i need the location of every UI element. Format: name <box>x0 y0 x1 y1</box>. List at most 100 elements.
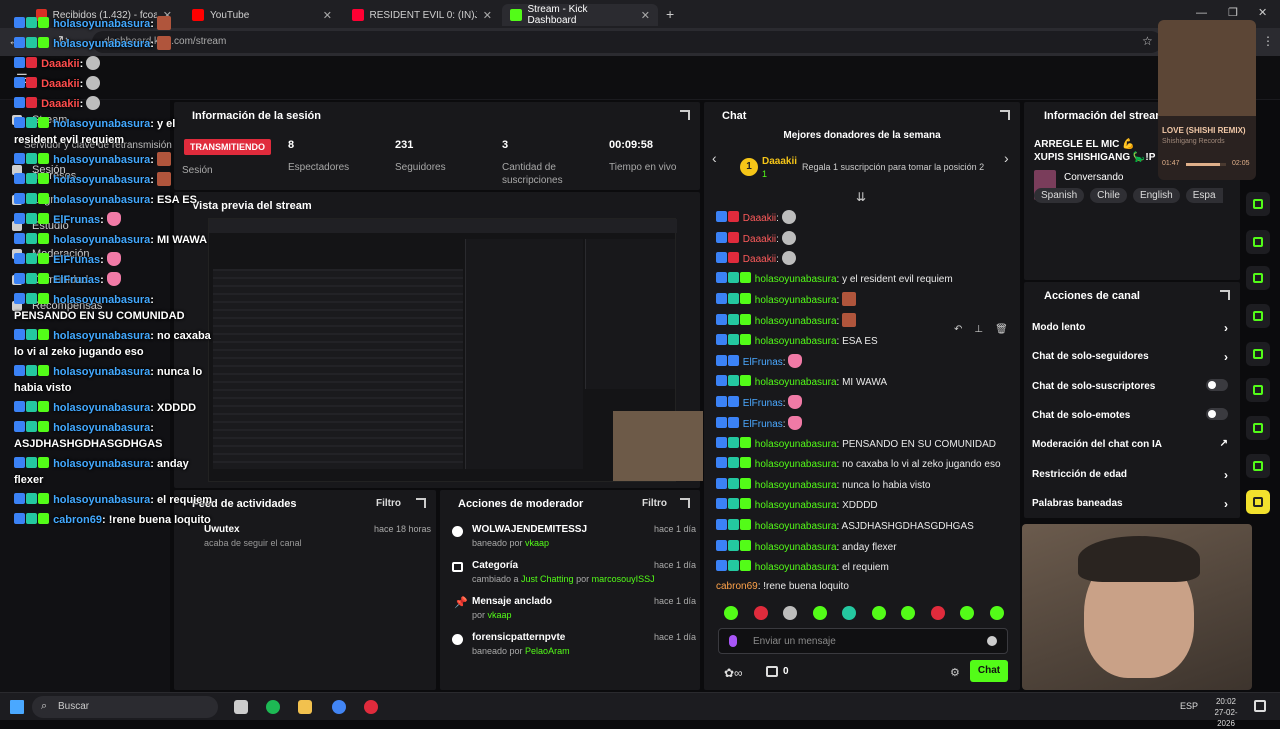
task-view-icon[interactable] <box>234 700 248 714</box>
send-chat-button[interactable]: Chat <box>970 660 1008 682</box>
donor-name[interactable]: Daaakii <box>762 156 797 167</box>
toggle-switch[interactable] <box>1206 378 1228 391</box>
chevron-right-icon[interactable]: › <box>1224 468 1228 482</box>
tag-chip[interactable]: Chile <box>1090 188 1127 203</box>
url-input[interactable]: dashboard.kick.com/stream <box>92 31 1162 53</box>
channel-action-row[interactable]: Modo lento › <box>1032 321 1228 335</box>
chat-username[interactable]: holasoyunabasura <box>755 316 837 327</box>
external-link-icon[interactable]: ↗ <box>1220 438 1228 449</box>
emote-icon[interactable] <box>753 606 768 620</box>
tab-youtube-video[interactable]: RESIDENT EVIL 0: (IN)JUSTAME ✕ <box>344 4 500 26</box>
stream-preview-video[interactable] <box>208 218 703 482</box>
chat-username[interactable]: holasoyunabasura <box>755 377 837 388</box>
chrome-icon[interactable] <box>332 700 346 714</box>
emote-icon[interactable] <box>989 606 1004 620</box>
chat-username[interactable]: holasoyunabasura <box>755 542 837 553</box>
chat-username[interactable]: Daaakii <box>743 234 776 245</box>
chat-username[interactable]: Daaakii <box>743 254 776 265</box>
new-tab-button[interactable]: + <box>666 6 674 22</box>
emote-icon[interactable] <box>724 606 738 620</box>
chat-username[interactable]: holasoyunabasura <box>755 336 837 347</box>
close-icon[interactable]: ✕ <box>641 9 650 22</box>
wrench-icon[interactable] <box>1246 416 1270 440</box>
community-goals-icon[interactable]: ✿∞ <box>724 666 743 680</box>
emote-icon[interactable] <box>901 606 916 620</box>
chevron-left-icon[interactable]: ‹ <box>712 150 717 166</box>
channel-action-row[interactable]: Restricción de edad › <box>1032 468 1228 482</box>
reply-icon[interactable]: ↶ <box>954 324 962 335</box>
file-explorer-icon[interactable] <box>298 700 312 714</box>
message-input[interactable]: Enviar un mensaje <box>718 628 1008 654</box>
microphone-icon[interactable] <box>729 635 737 647</box>
language-indicator[interactable]: ESP <box>1180 701 1198 711</box>
settings-gear-icon[interactable]: ⚙ <box>950 666 960 679</box>
moderator-name[interactable]: vkaap <box>525 538 549 548</box>
obs-icon[interactable] <box>364 700 378 714</box>
clapper-icon[interactable] <box>1246 490 1270 514</box>
chevron-right-icon[interactable]: › <box>1224 321 1228 335</box>
moderator-name[interactable]: PelaoAram <box>525 646 570 656</box>
chat-username[interactable]: Daaakii <box>743 213 776 224</box>
tag-chip[interactable]: English <box>1132 188 1180 203</box>
channel-action-row[interactable]: Moderación del chat con IA ↗ <box>1032 438 1228 450</box>
emote-icon[interactable] <box>812 606 827 620</box>
emote-icon[interactable] <box>930 606 945 620</box>
windows-start-icon[interactable] <box>10 700 24 714</box>
maximize-icon[interactable]: ❐ <box>1228 6 1238 19</box>
category-name[interactable]: Just Chatting <box>521 574 574 584</box>
lightning-icon[interactable] <box>1246 230 1270 254</box>
chat-username[interactable]: holasoyunabasura <box>755 459 837 470</box>
taskbar-search[interactable]: ⌕ Buscar <box>32 696 218 718</box>
tab-kick-dashboard[interactable]: Stream - Kick Dashboard ✕ <box>502 4 658 26</box>
pin-icon[interactable]: ⊥ <box>974 324 983 335</box>
filter-button[interactable]: Filtro <box>376 498 401 509</box>
chevron-right-icon[interactable]: › <box>1004 150 1009 166</box>
emote-icon[interactable] <box>783 606 798 620</box>
channel-action-row[interactable]: Chat de solo-suscriptores <box>1032 378 1228 392</box>
clipboard-icon[interactable] <box>1246 266 1270 290</box>
expand-icon[interactable] <box>680 110 690 120</box>
clock[interactable]: 20:02 27-02-2026 <box>1206 696 1246 729</box>
channel-action-row[interactable]: Palabras baneadas › <box>1032 497 1228 511</box>
expand-icon[interactable] <box>680 498 690 508</box>
chat-username[interactable]: holasoyunabasura <box>755 480 837 491</box>
moderator-name[interactable]: marcosouyISSJ <box>592 574 655 584</box>
emote-icon[interactable] <box>842 606 857 620</box>
moderator-name[interactable]: vkaap <box>488 610 512 620</box>
tag-chip[interactable]: Spanish <box>1034 188 1085 203</box>
expand-icon[interactable] <box>416 498 426 508</box>
layout-icon[interactable] <box>1246 378 1270 402</box>
chat-username[interactable]: ElFrunas <box>743 357 783 368</box>
spotify-icon[interactable] <box>266 700 280 714</box>
chat-username[interactable]: holasoyunabasura <box>755 439 837 450</box>
chat-username[interactable]: holasoyunabasura <box>755 295 837 306</box>
expand-icon[interactable] <box>1000 110 1010 120</box>
chat-username[interactable]: holasoyunabasura <box>755 500 837 511</box>
chat-username[interactable]: ElFrunas <box>743 419 783 430</box>
chat-username[interactable]: ElFrunas <box>743 398 783 409</box>
chat-username[interactable]: holasoyunabasura <box>755 562 837 573</box>
filter-button[interactable]: Filtro <box>642 498 667 509</box>
notifications-icon[interactable] <box>1254 700 1266 712</box>
pinned-toggle-icon[interactable]: ⇊ <box>856 190 866 204</box>
chat-bubble-icon[interactable] <box>1246 304 1270 328</box>
chat-username[interactable]: holasoyunabasura <box>755 274 837 285</box>
emoji-icon[interactable] <box>987 636 997 646</box>
close-window-icon[interactable]: ✕ <box>1258 6 1267 19</box>
emote-icon[interactable] <box>960 606 975 620</box>
bookmark-star-icon[interactable]: ☆ <box>1142 34 1153 48</box>
tag-chip[interactable]: Espa <box>1185 188 1223 203</box>
target-icon[interactable] <box>1246 192 1270 216</box>
close-icon[interactable]: ✕ <box>483 9 492 22</box>
delete-icon[interactable]: 🗑 <box>995 324 1008 335</box>
broadcast-icon[interactable] <box>1246 342 1270 366</box>
chat-username[interactable]: holasoyunabasura <box>755 521 837 532</box>
channel-action-row[interactable]: Chat de solo-emotes <box>1032 407 1228 421</box>
menu-dots-icon[interactable]: ⋮ <box>1262 34 1274 48</box>
channel-action-row[interactable]: Chat de solo-seguidores › <box>1032 350 1228 364</box>
toggle-switch[interactable] <box>1206 407 1228 420</box>
expand-icon[interactable] <box>1220 290 1230 300</box>
apps-icon[interactable] <box>1246 454 1270 478</box>
minimize-icon[interactable]: — <box>1196 7 1207 19</box>
chat-username[interactable]: cabron69 <box>716 581 758 592</box>
